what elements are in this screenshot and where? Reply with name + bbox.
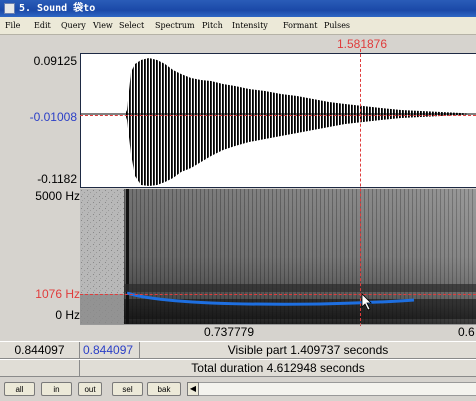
all-button[interactable]: all [4,382,35,396]
title-bar: 5. Sound 袋to [0,0,476,17]
waveform-plot [81,58,476,186]
window-title: 5. Sound 袋to [19,3,96,14]
waveform-panel[interactable] [80,53,476,188]
scroll-left-arrow-icon[interactable]: ◀ [187,382,199,396]
waveform-ymin-label: -0.1182 [37,172,77,186]
waveform-cursor-value-label: -0.01008 [29,110,77,124]
spectrogram-fmax-label: 5000 Hz [35,189,80,203]
cursor-time-label: 1.581876 [336,37,388,51]
total-duration-label: Total duration 4.612948 seconds [191,361,365,375]
spectrogram-fmin-label: 0 Hz [55,308,80,322]
window-start-time-blue: 0.844097 [80,342,140,358]
menu-edit[interactable]: Edit [34,17,51,34]
time-scrollbar[interactable] [199,382,476,396]
menu-intensity[interactable]: Intensity [232,17,268,34]
waveform-ymax-label: 0.09125 [33,54,77,68]
zoom-back-button[interactable]: bak [147,382,181,396]
menu-formant[interactable]: Formant [283,17,317,34]
spectrogram-plot [80,189,476,324]
spectrogram-cursor-hline [80,294,476,295]
visible-part-bar[interactable]: 0.844097 0.844097 Visible part 1.409737 … [0,341,476,359]
total-duration-spacer [0,360,80,376]
cursor-vertical-line [360,49,361,326]
total-duration-bar[interactable]: Total duration 4.612948 seconds [0,359,476,377]
menu-view[interactable]: View [93,17,113,34]
zoom-out-button[interactable]: out [78,382,102,396]
waveform-cursor-hline [80,115,476,116]
zoom-in-button[interactable]: in [41,382,72,396]
time-axis-right-label: 0.6 [458,325,475,339]
spectrogram-cursor-frequency-label: 1076 Hz [35,287,80,301]
menu-select[interactable]: Select [119,17,144,34]
menu-file[interactable]: File [5,17,20,34]
menu-spectrum[interactable]: Spectrum [155,17,195,34]
menu-bar: File Edit Query View Select Spectrum Pit… [0,17,476,35]
spectrogram-panel[interactable] [80,189,476,324]
time-axis [80,324,476,342]
menu-query[interactable]: Query [61,17,86,34]
navigation-button-row: all in out sel bak ◀ [0,377,476,401]
praat-app-icon[interactable] [4,3,15,14]
waveform-signal [125,58,476,186]
zoom-to-selection-button[interactable]: sel [112,382,143,396]
menu-pitch[interactable]: Pitch [202,17,223,34]
visible-part-label: Visible part 1.409737 seconds [227,343,389,357]
time-axis-left-label: 0.737779 [203,325,255,339]
menu-pulses[interactable]: Pulses [324,17,350,34]
window-start-time: 0.844097 [0,342,80,358]
